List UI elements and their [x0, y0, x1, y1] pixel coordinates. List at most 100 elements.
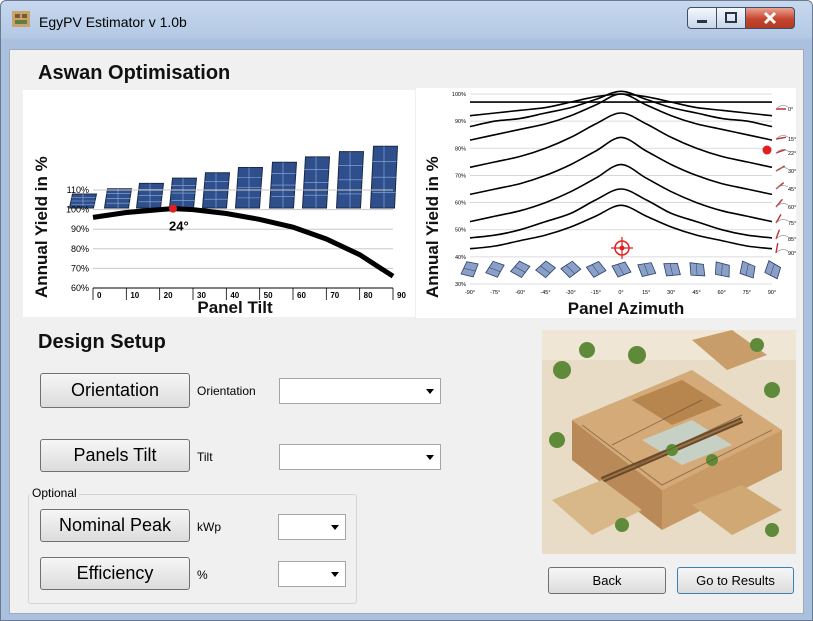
efficiency-button[interactable]: Efficiency — [40, 557, 190, 590]
x-tick-label: 80 — [364, 291, 373, 300]
azimuth-chart-panel: 100% 90% 80% 70% 60% 50% 40% 30% -90° -75° -60° -4… — [416, 88, 796, 318]
solar-panel-icon — [234, 167, 264, 209]
optimum-tilt-label: 24° — [169, 219, 189, 234]
yield-curve — [469, 163, 773, 223]
x-tick-label: 60 — [297, 291, 306, 300]
nominal-peak-select[interactable] — [278, 514, 346, 540]
maximize-button[interactable] — [716, 7, 746, 29]
solar-panel-icon — [335, 151, 365, 209]
tilt-indicator-icon — [775, 148, 789, 154]
tilt-series-label: 30° — [788, 169, 796, 175]
tilt-yield-curve — [92, 206, 395, 279]
chevron-down-icon — [331, 572, 339, 577]
tilt-select[interactable] — [279, 444, 441, 470]
x-tick-label: 15° — [642, 290, 650, 296]
solar-panel-icon — [103, 188, 133, 209]
tilt-series-label: 85° — [788, 237, 796, 243]
solar-panel-icon — [135, 182, 165, 209]
percent-label: % — [197, 568, 208, 582]
y-tick-label: 90% — [455, 119, 466, 125]
back-button[interactable]: Back — [548, 567, 666, 594]
tilt-series-label: 75° — [788, 221, 796, 227]
azimuth-chart: 100% 90% 80% 70% 60% 50% 40% 30% -90° -75° -60° -4… — [423, 90, 796, 318]
solar-panel-icon — [168, 177, 198, 209]
azimuth-panel-icon — [509, 260, 531, 279]
y-tick-label: 100% — [66, 205, 89, 215]
close-icon — [763, 11, 777, 25]
yield-curve — [469, 136, 773, 196]
azimuth-chart-ylabel: Annual Yield in % — [423, 156, 442, 298]
window-title: EgyPV Estimator v 1.0b — [39, 14, 187, 30]
x-tick-label: 70 — [330, 291, 339, 300]
azimuth-panel-icon — [560, 260, 582, 279]
close-button[interactable] — [745, 7, 795, 29]
azimuth-panel-icon — [485, 260, 505, 278]
y-tick-label: 80% — [71, 244, 89, 254]
title-bar[interactable]: EgyPV Estimator v 1.0b — [1, 1, 812, 41]
y-tick-label: 90% — [71, 224, 89, 234]
orientation-label: Orientation — [197, 384, 256, 398]
orientation-select[interactable] — [279, 378, 441, 404]
aswan-city-illustration — [542, 330, 796, 554]
solar-panel-icon — [268, 161, 298, 209]
x-tick-label: 90° — [768, 290, 776, 296]
tilt-series-label: 45° — [788, 187, 796, 193]
x-tick-label: -75° — [490, 290, 500, 296]
panels-tilt-button[interactable]: Panels Tilt — [40, 439, 190, 472]
azimuth-panel-icon — [663, 263, 681, 277]
yield-curve — [469, 188, 773, 239]
optimisation-title: Aswan Optimisation — [38, 62, 231, 84]
chevron-down-icon — [331, 525, 339, 530]
y-tick-label: 110% — [67, 185, 89, 195]
tilt-indicator-icon — [775, 105, 789, 110]
tilt-indicator-icon — [775, 243, 789, 254]
y-tick-label: 80% — [455, 146, 466, 152]
y-tick-label: 60% — [455, 201, 466, 207]
x-tick-label: 45° — [692, 290, 700, 296]
efficiency-select[interactable] — [278, 561, 346, 587]
x-tick-label: -30° — [566, 290, 576, 296]
tilt-series-label: 60° — [788, 205, 796, 211]
tilt-indicator-icon — [775, 213, 789, 224]
tilt-series-label: 90° — [788, 251, 796, 257]
optimum-tilt-marker — [169, 204, 177, 213]
app-window: EgyPV Estimator v 1.0b Aswan Optimisatio… — [0, 0, 813, 621]
go-to-results-button[interactable]: Go to Results — [677, 567, 794, 594]
x-tick-label: -90° — [465, 290, 475, 296]
selected-tilt-marker — [762, 145, 772, 155]
x-tick-label: 75° — [743, 290, 751, 296]
x-tick-label: 60° — [718, 290, 726, 296]
solar-panel-icon — [301, 156, 331, 209]
tilt-indicator-icon — [775, 165, 789, 172]
city-illustration-image — [542, 330, 796, 554]
azimuth-chart-xlabel: Panel Azimuth — [568, 299, 685, 318]
x-tick-label: 20 — [164, 291, 173, 300]
x-tick-label: 30° — [667, 290, 675, 296]
y-tick-label: 40% — [455, 255, 466, 261]
orientation-button[interactable]: Orientation — [40, 373, 190, 408]
target-crosshair-icon — [611, 237, 633, 259]
x-tick-label: -60° — [515, 290, 525, 296]
tilt-chart: 110%100%90%80%70%60% 0 10 20 30 40 50 60 70 80 90… — [32, 145, 406, 317]
azimuth-panel-icon — [637, 262, 657, 277]
x-tick-label: 90 — [397, 291, 406, 300]
chevron-down-icon — [426, 389, 434, 394]
azimuth-panel-icon — [714, 261, 730, 278]
x-tick-label: -45° — [540, 290, 550, 296]
azimuth-panel-icon — [689, 262, 706, 277]
tilt-chart-xlabel: Panel Tilt — [197, 298, 273, 317]
azimuth-panel-icon — [611, 261, 632, 278]
x-tick-label: -15° — [591, 290, 601, 296]
nominal-peak-button[interactable]: Nominal Peak — [40, 509, 190, 542]
design-setup-title: Design Setup — [38, 331, 166, 353]
minimize-icon — [697, 20, 707, 23]
maximize-icon — [725, 12, 737, 23]
y-tick-label: 30% — [455, 282, 466, 288]
tilt-indicator-icon — [775, 198, 789, 208]
x-tick-label: 10 — [130, 291, 139, 300]
y-tick-label: 70% — [71, 263, 89, 273]
minimize-button[interactable] — [687, 7, 717, 29]
tilt-indicator-icon — [775, 135, 789, 140]
tilt-series-label: 22° — [788, 151, 796, 157]
y-tick-label: 70% — [455, 173, 466, 179]
